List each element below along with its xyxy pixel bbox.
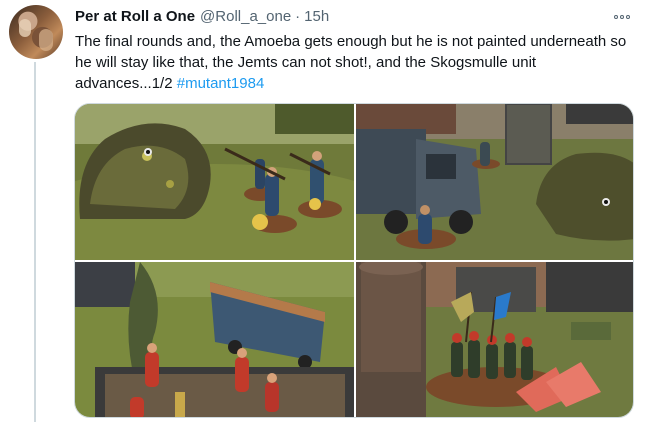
photo-4[interactable] bbox=[356, 262, 633, 417]
timestamp[interactable]: 15h bbox=[304, 8, 329, 25]
separator-dot: · bbox=[295, 8, 301, 25]
thread-line bbox=[34, 62, 36, 422]
tweet-header: Per at Roll a One @Roll_a_one · 15h bbox=[75, 8, 329, 28]
media-grid bbox=[74, 103, 634, 418]
photo-1[interactable] bbox=[75, 104, 354, 260]
avatar[interactable] bbox=[9, 5, 63, 59]
user-handle[interactable]: @Roll_a_one bbox=[200, 8, 291, 25]
display-name[interactable]: Per at Roll a One bbox=[75, 8, 195, 25]
tweet-text: The final rounds and, the Amoeba gets en… bbox=[75, 31, 635, 94]
tweet[interactable]: Per at Roll a One @Roll_a_one · 15h The … bbox=[0, 0, 653, 422]
photo-2[interactable] bbox=[356, 104, 633, 260]
tweet-body: The final rounds and, the Amoeba gets en… bbox=[75, 33, 627, 92]
more-options-icon[interactable] bbox=[609, 6, 635, 28]
hashtag-link[interactable]: #mutant1984 bbox=[177, 75, 265, 92]
photo-3[interactable] bbox=[75, 262, 354, 417]
